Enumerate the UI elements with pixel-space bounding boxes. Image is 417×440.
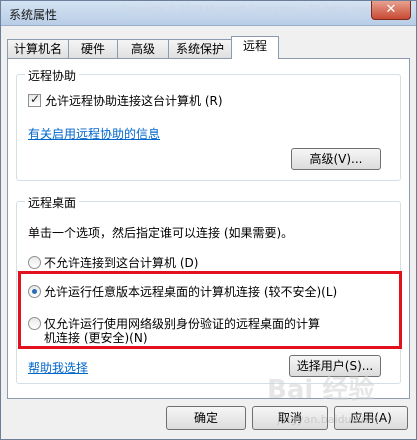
tab-remote[interactable]: 远程 [231, 36, 279, 59]
highlight-box [18, 271, 402, 349]
radio-disallow[interactable] [28, 256, 41, 269]
window-title: 系统属性 [9, 8, 58, 22]
tab-system-protection[interactable]: 系统保护 [168, 39, 232, 58]
baidu-watermark: Bai 经验 jingyan.baidu.com [267, 369, 407, 437]
advanced-button[interactable]: 高级(V)... [291, 148, 381, 170]
remote-assistance-title: 远程协助 [25, 67, 80, 84]
checkmark-icon: ✓ [30, 92, 41, 106]
ok-button[interactable]: 确定 [166, 406, 246, 430]
tab-advanced[interactable]: 高级 [117, 39, 169, 58]
close-icon: ✕ [385, 2, 397, 17]
watermark-brand: Bai 经验 [267, 375, 375, 405]
system-properties-window: 系统属性 Copyright © 2009 Microsoft Corporat… [0, 0, 417, 440]
help-me-choose-link[interactable]: 帮助我选择 [28, 359, 88, 376]
copyright-watermark: Copyright © 2009 Microsoft Corporation. … [121, 5, 394, 15]
radio-disallow-label[interactable]: 不允许连接到这台计算机 (D) [44, 254, 198, 271]
tab-hardware[interactable]: 硬件 [68, 39, 118, 58]
allow-remote-assistance-checkbox[interactable]: ✓ [28, 92, 41, 107]
title-bar[interactable]: 系统属性 Copyright © 2009 Microsoft Corporat… [1, 1, 416, 26]
tab-computer-name[interactable]: 计算机名 [7, 39, 69, 58]
remote-assistance-group: 远程协助 ✓ 允许远程协助连接这台计算机 (R) 有关启用远程协助的信息 高级(… [16, 67, 401, 181]
watermark-sub: jingyan.baidu.com [277, 413, 379, 426]
remote-assistance-info-link[interactable]: 有关启用远程协助的信息 [28, 125, 160, 142]
remote-desktop-description: 单击一个选项，然后指定谁可以连接 (如果需要)。 [28, 226, 294, 240]
close-button[interactable]: ✕ [371, 1, 411, 20]
allow-remote-assistance-label[interactable]: 允许远程协助连接这台计算机 (R) [45, 92, 223, 109]
remote-desktop-title: 远程桌面 [25, 194, 80, 211]
